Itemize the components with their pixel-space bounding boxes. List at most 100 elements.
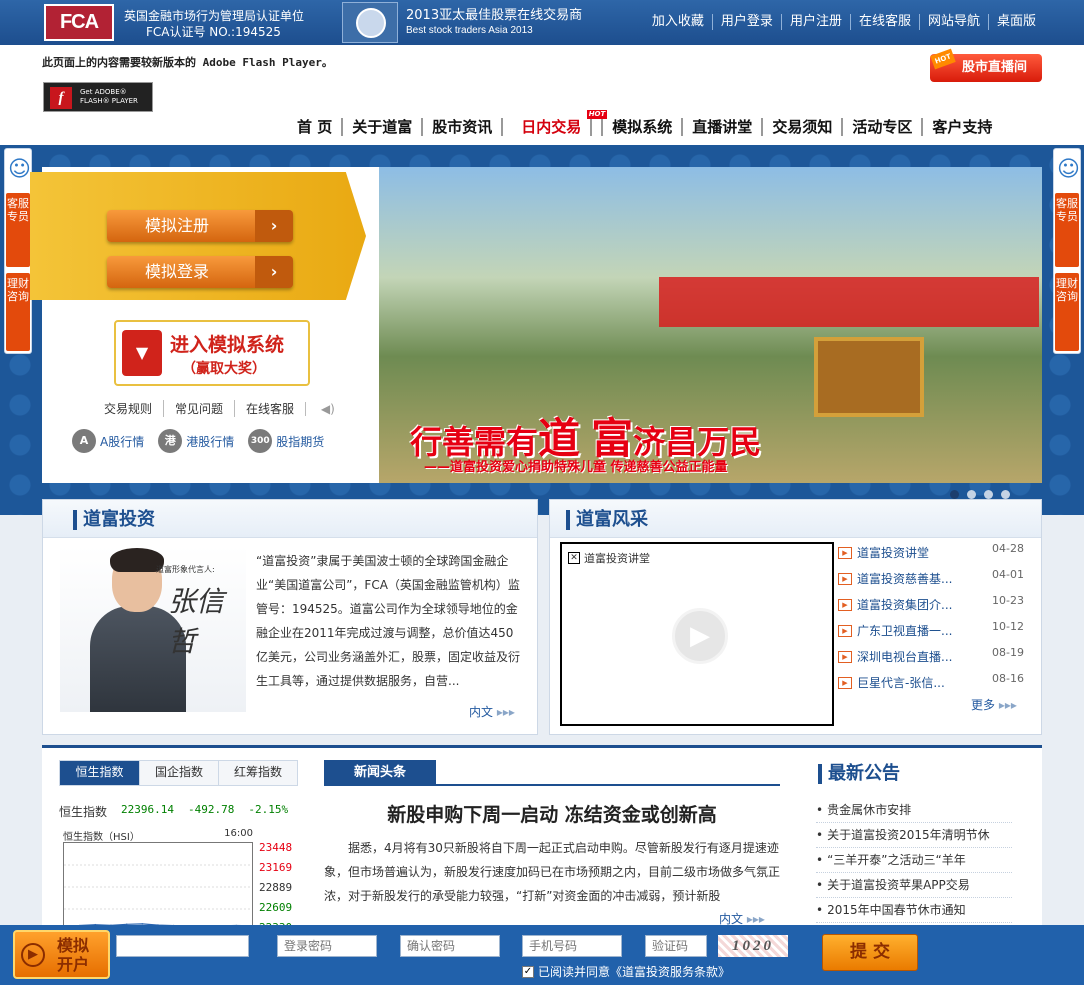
award-line2: Best stock traders Asia 2013	[406, 25, 533, 36]
play-icon[interactable]: ▶	[672, 608, 728, 664]
banner-dot[interactable]	[984, 490, 993, 499]
side-tab-consult[interactable]: 理财咨询	[6, 273, 30, 351]
fca-line2: FCA认证号 NO.:194525	[146, 25, 281, 39]
tab-hang-seng[interactable]: 恒生指数	[60, 761, 139, 785]
style-box-title: 道富风采	[566, 510, 648, 530]
list-item-title: 道富投资讲堂	[857, 546, 930, 560]
list-item[interactable]: ▶ 道富投资慈善基... 04-01	[838, 566, 1024, 592]
submit-button[interactable]: 提 交	[822, 934, 918, 971]
nav-events[interactable]: 活动专区	[843, 118, 924, 136]
chevron-right-icon: ›	[255, 210, 293, 242]
notices-list: 贵金属休市安排 关于道富投资2015年清明节休 “三羊开泰”之活动三“羊年 关于…	[816, 798, 1012, 923]
get-flash-button[interactable]: f Get ADOBE® FLASH® PLAYER	[43, 82, 153, 112]
link-online-service[interactable]: 在线客服 ◀)	[234, 400, 357, 417]
link-index-futures[interactable]: 300 股指期货	[248, 429, 324, 453]
link-desktop-version[interactable]: 桌面版	[987, 14, 1044, 30]
nav-hot-badge: HOT	[586, 110, 608, 119]
nav-trading-notes[interactable]: 交易须知	[763, 118, 844, 136]
list-item-date: 08-19	[992, 646, 1024, 659]
agree-terms: ✓ 已阅读并同意《道富投资服务条款》	[522, 963, 730, 980]
list-item[interactable]: ▶ 巨星代言-张信... 08-16	[838, 670, 1024, 696]
flash-button-line2: FLASH® PLAYER	[80, 97, 138, 105]
nav-home[interactable]: 首 页	[288, 118, 344, 136]
invest-box-title: 道富投资	[73, 510, 155, 530]
list-item-title: 巨星代言-张信...	[857, 676, 945, 690]
banner-dot[interactable]	[967, 490, 976, 499]
side-tab-service[interactable]: 客服专员	[6, 193, 30, 267]
hk-shares-label: 港股行情	[186, 434, 235, 449]
password-field[interactable]	[277, 935, 377, 957]
notice-item[interactable]: 贵金属休市安排	[816, 798, 1012, 823]
market-links: A A股行情 港港股行情 300 股指期货	[72, 429, 324, 453]
service-avatar-icon: ☺	[8, 157, 31, 182]
confirm-password-field[interactable]	[400, 935, 500, 957]
link-site-nav[interactable]: 网站导航	[918, 14, 988, 30]
tab-hs-china-enterprises[interactable]: 国企指数	[139, 761, 218, 785]
link-online-service[interactable]: 在线客服	[849, 14, 919, 30]
list-item[interactable]: ▶ 深圳电视台直播... 08-19	[838, 644, 1024, 670]
link-trading-rules[interactable]: 交易规则	[104, 400, 163, 417]
side-tab-service[interactable]: 客服专员	[1055, 193, 1079, 267]
sim-register-button[interactable]: 模拟注册 ›	[107, 210, 293, 242]
award-line1: 2013亚太最佳股票在线交易商	[406, 8, 583, 23]
enter-simulation-button[interactable]: ▼ 进入模拟系统 （赢取大奖）	[114, 320, 310, 386]
nav-support[interactable]: 客户支持	[923, 118, 1001, 136]
link-a-shares[interactable]: A A股行情	[72, 429, 144, 453]
a-shares-icon: A	[72, 429, 96, 453]
captcha-field[interactable]	[645, 935, 707, 957]
video-player[interactable]: ✕ 道富投资讲堂 ▶	[560, 542, 834, 726]
index-value: 22396.14	[121, 803, 174, 816]
agree-text[interactable]: 已阅读并同意《道富投资服务条款》	[538, 963, 730, 980]
tab-red-chip[interactable]: 红筹指数	[218, 761, 297, 785]
index-quote: 恒生指数 22396.14 -492.78 -2.15%	[59, 803, 288, 820]
banner-dot[interactable]	[1001, 490, 1010, 499]
nav-about[interactable]: 关于道富	[343, 118, 424, 136]
hk-shares-icon: 港	[158, 429, 183, 453]
phone-field[interactable]	[522, 935, 622, 957]
list-item[interactable]: ▶ 道富投资讲堂 04-28	[838, 540, 1024, 566]
link-hk-shares[interactable]: 港港股行情	[158, 429, 234, 453]
open-account-line2: 开户	[57, 955, 90, 974]
list-item-title: 道富投资集团介...	[857, 598, 953, 612]
username-field[interactable]	[116, 935, 249, 957]
link-user-register[interactable]: 用户注册	[780, 14, 850, 30]
online-service-label: 在线客服	[246, 402, 295, 416]
link-add-favorite[interactable]: 加入收藏	[644, 14, 712, 30]
nav-simulation[interactable]: 模拟系统	[603, 118, 684, 136]
nav-stock-news[interactable]: 股市资讯	[423, 118, 504, 136]
news-tab[interactable]: 新闻头条	[324, 760, 436, 786]
notice-item[interactable]: 关于道富投资2015年清明节休	[816, 823, 1012, 848]
link-faq[interactable]: 常见问题	[163, 400, 234, 417]
flash-notice: 此页面上的内容需要较新版本的 Adobe Flash Player。	[42, 56, 333, 69]
list-item-date: 04-01	[992, 568, 1024, 581]
play-small-icon: ▶	[838, 547, 852, 559]
sim-login-button[interactable]: 模拟登录 ›	[107, 256, 293, 288]
side-tab-consult[interactable]: 理财咨询	[1055, 273, 1079, 351]
invest-description: “道富投资”隶属于美国波士顿的全球跨国金融企业“美国道富公司”，FCA（英国金融…	[256, 554, 521, 688]
award-text: 2013亚太最佳股票在线交易商 Best stock traders Asia …	[406, 8, 606, 38]
play-small-icon: ▶	[838, 599, 852, 611]
fca-line1: 英国金融市场行为管理局认证单位	[124, 9, 305, 23]
link-user-login[interactable]: 用户登录	[711, 14, 781, 30]
list-item-title: 广东卫视直播一...	[857, 624, 953, 638]
style-more-link[interactable]: 更多 ▸▸▸	[971, 696, 1017, 713]
open-account-label: 模拟 开户	[57, 936, 89, 974]
index-pct: -2.15%	[248, 803, 289, 816]
news-headline[interactable]: 新股申购下周一启动 冻结资金或创新高	[324, 800, 780, 827]
live-room-button[interactable]: HOT 股市直播间	[930, 48, 1042, 82]
spokesperson-caption: 道富形象代言人:	[156, 565, 215, 574]
nav-intraday[interactable]: 日内交易 HOT	[503, 110, 608, 136]
invest-more-link[interactable]: 内文 ▸▸▸	[469, 703, 515, 720]
list-item[interactable]: ▶ 道富投资集团介... 10-23	[838, 592, 1024, 618]
open-account-button[interactable]: ▶ 模拟 开户	[13, 930, 110, 979]
list-item[interactable]: ▶ 广东卫视直播一... 10-12	[838, 618, 1024, 644]
notice-item[interactable]: 关于道富投资苹果APP交易	[816, 873, 1012, 898]
agree-checkbox[interactable]: ✓	[522, 965, 534, 978]
nav-live-lecture[interactable]: 直播讲堂	[683, 118, 764, 136]
chart-title: 恒生指数（HSI）	[63, 832, 140, 843]
double-arrow-icon: ▸▸▸	[496, 705, 515, 719]
captcha-image[interactable]: 1020	[718, 935, 788, 957]
notice-item[interactable]: 2015年中国春节休市通知	[816, 898, 1012, 923]
banner-dot[interactable]	[950, 490, 959, 499]
notice-item[interactable]: “三羊开泰”之活动三“羊年	[816, 848, 1012, 873]
